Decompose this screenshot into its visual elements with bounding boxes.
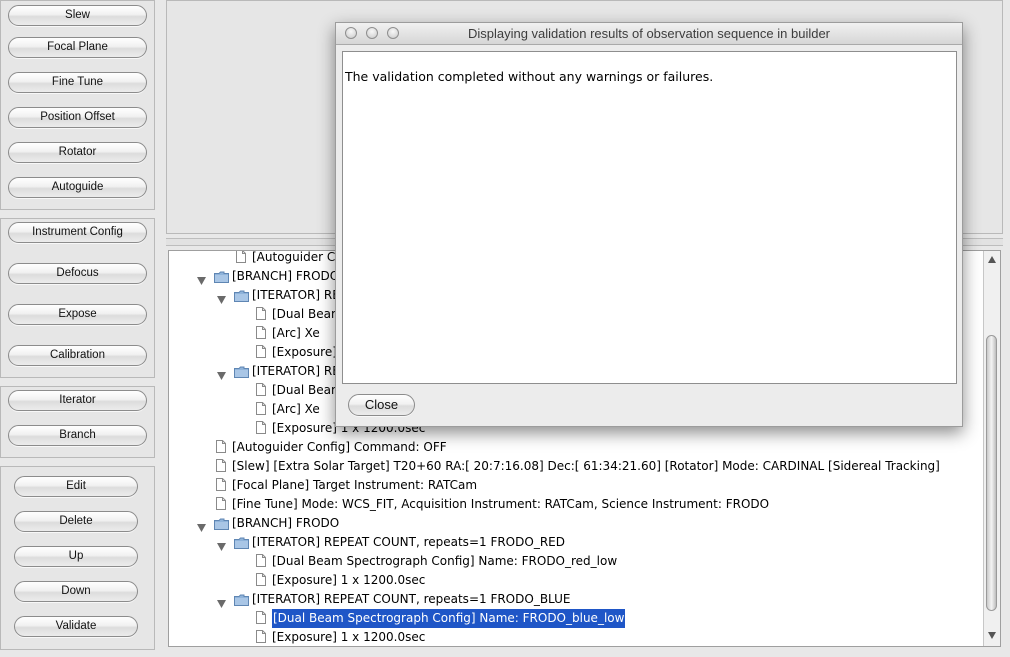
expand-arrow-icon[interactable] (197, 519, 206, 532)
document-icon (216, 440, 226, 453)
tree-node-label: [ITERATOR] REP (252, 364, 348, 378)
document-icon (256, 402, 266, 415)
document-icon (216, 478, 226, 491)
delete-button[interactable]: Delete (14, 511, 138, 532)
document-icon (216, 459, 226, 472)
tree-node[interactable]: [Fine Tune] Mode: WCS_FIT, Acquisition I… (169, 495, 984, 514)
expand-arrow-icon[interactable] (217, 538, 226, 551)
validate-button[interactable]: Validate (14, 616, 138, 637)
document-icon (256, 554, 266, 567)
document-icon (256, 307, 266, 320)
fine-tune-button[interactable]: Fine Tune (8, 72, 147, 93)
document-icon (236, 251, 246, 263)
document-icon (256, 345, 266, 358)
tree-node[interactable]: [ITERATOR] REPEAT COUNT, repeats=1 FRODO… (169, 590, 984, 609)
window-minimize-icon[interactable] (366, 27, 378, 39)
tree-node[interactable]: [Dual Beam Spectrograph Config] Name: FR… (169, 552, 984, 571)
tree-node[interactable]: [Focal Plane] Target Instrument: RATCam (169, 476, 984, 495)
folder-icon (234, 536, 249, 549)
tree-node[interactable]: [Exposure] 1 x 1200.0sec (169, 628, 984, 646)
down-button[interactable]: Down (14, 581, 138, 602)
focal-plane-button[interactable]: Focal Plane (8, 37, 147, 58)
dialog-message-area: The validation completed without any war… (342, 51, 957, 384)
tree-node-label: [ITERATOR] REPEAT COUNT, repeats=1 FRODO… (252, 535, 565, 549)
tree-node[interactable]: [Exposure] 1 x 1200.0sec (169, 571, 984, 590)
document-icon (256, 611, 266, 624)
document-icon (256, 573, 266, 586)
tree-node-label-selected: [Dual Beam Spectrograph Config] Name: FR… (272, 609, 626, 628)
tree-node-label: [BRANCH] FRODO (232, 516, 340, 530)
expand-arrow-icon[interactable] (217, 595, 226, 608)
tree-node-label: [ITERATOR] REP (252, 288, 348, 302)
rotator-button[interactable]: Rotator (8, 142, 147, 163)
document-icon (256, 326, 266, 339)
scrollbar-thumb[interactable] (986, 335, 997, 611)
document-icon (256, 630, 266, 643)
tree-node-label: [ITERATOR] REPEAT COUNT, repeats=1 FRODO… (252, 592, 571, 606)
scroll-down-arrow-icon[interactable] (988, 632, 996, 639)
tree-scrollbar[interactable] (983, 251, 1000, 646)
document-icon (216, 497, 226, 510)
iterator-button[interactable]: Iterator (8, 390, 147, 411)
window-close-icon[interactable] (345, 27, 357, 39)
tree-node[interactable]: [Dual Beam Spectrograph Config] Name: FR… (169, 609, 984, 628)
calibration-button[interactable]: Calibration (8, 345, 147, 366)
folder-icon (214, 270, 229, 283)
expand-arrow-icon[interactable] (217, 291, 226, 304)
defocus-button[interactable]: Defocus (8, 263, 147, 284)
position-offset-button[interactable]: Position Offset (8, 107, 147, 128)
branch-button[interactable]: Branch (8, 425, 147, 446)
tree-node-label: [Slew] [Extra Solar Target] T20+60 RA:[ … (232, 459, 940, 473)
folder-icon (214, 517, 229, 530)
scroll-up-arrow-icon[interactable] (988, 256, 996, 263)
tree-node-label: [Exposure] 1 x 1200.0sec (272, 573, 426, 587)
tree-node-label: [Arc] Xe (272, 402, 320, 416)
dialog-message: The validation completed without any war… (345, 69, 714, 84)
tree-node-label: [BRANCH] FRODO (232, 269, 340, 283)
slew-button[interactable]: Slew (8, 5, 147, 26)
folder-icon (234, 289, 249, 302)
window-zoom-icon[interactable] (387, 27, 399, 39)
tree-node-label: [Dual Beam Spectrograph Config] Name: FR… (272, 554, 618, 568)
tree-node-label: [Autoguider Config] Command: OFF (232, 440, 447, 454)
expose-button[interactable]: Expose (8, 304, 147, 325)
tree-node-label: [Focal Plane] Target Instrument: RATCam (232, 478, 478, 492)
tree-node-label: [Exposure] (272, 345, 337, 359)
tree-node[interactable]: [BRANCH] FRODO (169, 514, 984, 533)
expand-arrow-icon[interactable] (217, 367, 226, 380)
tree-node-label: [Dual Beam (272, 307, 343, 321)
folder-icon (234, 365, 249, 378)
expand-arrow-icon[interactable] (197, 272, 206, 285)
dialog-title-bar[interactable]: Displaying validation results of observa… (336, 23, 962, 45)
close-button[interactable]: Close (348, 394, 415, 416)
tree-node[interactable]: [ITERATOR] REPEAT COUNT, repeats=1 FRODO… (169, 533, 984, 552)
up-button[interactable]: Up (14, 546, 138, 567)
tree-node-label: [Exposure] 1 x 1200.0sec (272, 630, 426, 644)
tree-node-label: [Arc] Xe (272, 326, 320, 340)
tree-node[interactable]: [Slew] [Extra Solar Target] T20+60 RA:[ … (169, 457, 984, 476)
autoguide-button[interactable]: Autoguide (8, 177, 147, 198)
folder-icon (234, 593, 249, 606)
instrument-config-button[interactable]: Instrument Config (8, 222, 147, 243)
document-icon (256, 421, 266, 434)
document-icon (256, 383, 266, 396)
validation-dialog: Displaying validation results of observa… (335, 22, 963, 427)
edit-button[interactable]: Edit (14, 476, 138, 497)
tree-node-label: [Dual Beam (272, 383, 343, 397)
tree-node[interactable]: [Autoguider Config] Command: OFF (169, 438, 984, 457)
dialog-title: Displaying validation results of observa… (467, 26, 831, 41)
tree-node-label: [Fine Tune] Mode: WCS_FIT, Acquisition I… (232, 497, 770, 511)
